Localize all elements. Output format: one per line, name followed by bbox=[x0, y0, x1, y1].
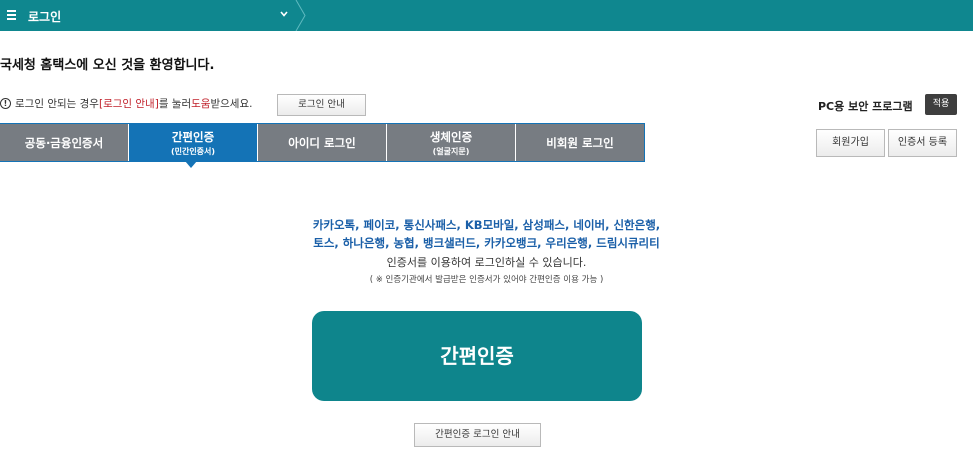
sign-up-button[interactable]: 회원가입 bbox=[816, 129, 885, 157]
tab-label: 공동·금융인증서 bbox=[24, 136, 104, 150]
tab-underline bbox=[0, 161, 645, 162]
info-icon: ! bbox=[0, 98, 11, 109]
providers-line-1: 카카오톡, 페이코, 통신사패스, KB모바일, 삼성패스, 네이버, 신한은행… bbox=[312, 218, 661, 232]
chevron-down-icon[interactable] bbox=[278, 8, 290, 20]
security-program-label: PC용 보안 프로그램 bbox=[818, 100, 913, 113]
tab-biometric-auth[interactable]: 생체인증 (얼굴지문) bbox=[387, 124, 516, 162]
providers-line-2: 토스, 하나은행, 농협, 뱅크샐러드, 카카오뱅크, 우리은행, 드림시큐리티 bbox=[313, 236, 660, 250]
tab-guest-login[interactable]: 비회원 로그인 bbox=[516, 124, 645, 162]
notice-middle: 를 눌러 bbox=[158, 98, 192, 110]
tab-label: 간편인증 bbox=[171, 130, 215, 144]
auth-description: 인증서를 이용하여 로그인하실 수 있습니다. bbox=[386, 256, 587, 269]
breadcrumb-separator-icon bbox=[295, 0, 306, 31]
apply-button[interactable]: 적용 bbox=[925, 94, 957, 115]
menu-dropdown[interactable]: 로그인 bbox=[0, 0, 300, 31]
login-help-notice: ! 로그인 안되는 경우 [로그인 안내] 를 눌러 도움 받으세요. bbox=[0, 96, 252, 111]
top-nav-bar: 로그인 bbox=[0, 0, 973, 31]
active-tab-pointer-icon bbox=[185, 161, 197, 168]
login-guide-link[interactable]: [로그인 안내] bbox=[99, 96, 159, 111]
tab-simple-auth[interactable]: 간편인증 (민간인증서) bbox=[129, 124, 258, 162]
tab-label: 아이디 로그인 bbox=[288, 136, 356, 150]
simple-auth-button[interactable]: 간편인증 bbox=[312, 311, 642, 401]
simple-auth-guide-button[interactable]: 간편인증 로그인 안내 bbox=[414, 423, 541, 447]
tab-sublabel: (얼굴지문) bbox=[432, 147, 470, 156]
welcome-heading: 국세청 홈택스에 오신 것을 환영합니다. bbox=[0, 58, 215, 73]
tab-sublabel: (민간인증서) bbox=[170, 147, 216, 156]
login-guide-button[interactable]: 로그인 안내 bbox=[277, 94, 366, 116]
tab-right-edge bbox=[644, 123, 645, 162]
tab-id-login[interactable]: 아이디 로그인 bbox=[258, 124, 387, 162]
login-tabs: 공동·금융인증서 간편인증 (민간인증서) 아이디 로그인 생체인증 (얼굴지문… bbox=[0, 124, 645, 162]
cert-register-button[interactable]: 인증서 등록 bbox=[888, 129, 957, 157]
auth-note: ( ※ 인증기관에서 발급받은 인증서가 있어야 간편인증 이용 가능 ) bbox=[369, 275, 604, 285]
notice-prefix: 로그인 안되는 경우 bbox=[15, 98, 99, 110]
tab-joint-financial-cert[interactable]: 공동·금융인증서 bbox=[0, 124, 129, 162]
notice-suffix: 받으세요. bbox=[210, 98, 253, 110]
tab-label: 생체인증 bbox=[429, 130, 473, 144]
notice-help: 도움 bbox=[191, 98, 211, 110]
hamburger-icon[interactable] bbox=[7, 10, 16, 20]
menu-title: 로그인 bbox=[28, 10, 62, 24]
tab-label: 비회원 로그인 bbox=[546, 136, 614, 150]
